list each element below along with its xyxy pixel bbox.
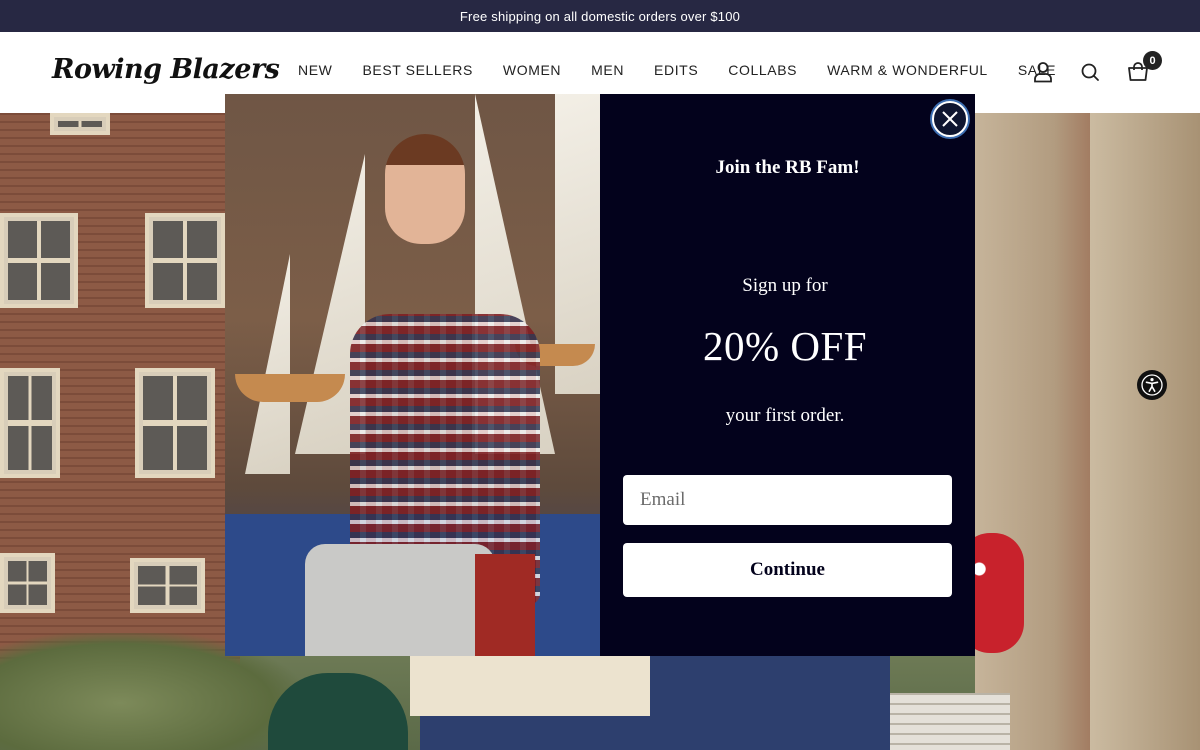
model-head [385,134,465,244]
model-shirt [410,656,650,716]
announcement-text: Free shipping on all domestic orders ove… [459,8,741,24]
search-icon[interactable] [1078,60,1102,84]
continue-button[interactable]: Continue [623,543,952,597]
nav-item-women[interactable]: WOMEN [503,62,561,78]
modal-title: Join the RB Fam! [715,157,860,178]
signup-modal: Join the RB Fam! Sign up for 20% OFF you… [225,94,975,656]
user-icon[interactable] [1031,60,1055,84]
nav-item-men[interactable]: MEN [591,62,624,78]
nav-item-collabs[interactable]: COLLABS [728,62,797,78]
window [0,213,78,308]
garden-bench [890,693,1010,750]
nav-item-best-sellers[interactable]: BEST SELLERS [362,62,472,78]
discount-headline: 20% OFF [702,323,868,369]
window [0,368,60,478]
window [0,553,55,613]
site-logo[interactable]: Rowing Blazers [52,54,280,85]
email-field[interactable] [623,475,952,525]
nav-item-new[interactable]: NEW [298,62,332,78]
first-order-text: your first order. [725,405,845,426]
modal-signup-panel: Join the RB Fam! Sign up for 20% OFF you… [600,94,975,656]
model-boat-hull [235,374,345,402]
red-cloth [475,554,535,656]
signup-text: Sign up for [742,275,828,296]
accessibility-icon[interactable] [1137,370,1167,400]
window [145,213,225,308]
cart-count-badge: 0 [1143,51,1162,70]
stone-column [1090,113,1200,750]
nav-item-edits[interactable]: EDITS [654,62,698,78]
close-icon[interactable] [932,101,968,137]
modal-promo-image [225,94,600,656]
nav-item-warm-wonderful[interactable]: WARM & WONDERFUL [827,62,988,78]
window [135,368,215,478]
announcement-bar: Free shipping on all domestic orders ove… [0,0,1200,32]
model-sweatpants [305,544,495,656]
window [130,558,205,613]
main-nav: NEW BEST SELLERS WOMEN MEN EDITS COLLABS… [298,62,1086,78]
window [50,113,110,135]
sailboat-sail [245,254,290,474]
